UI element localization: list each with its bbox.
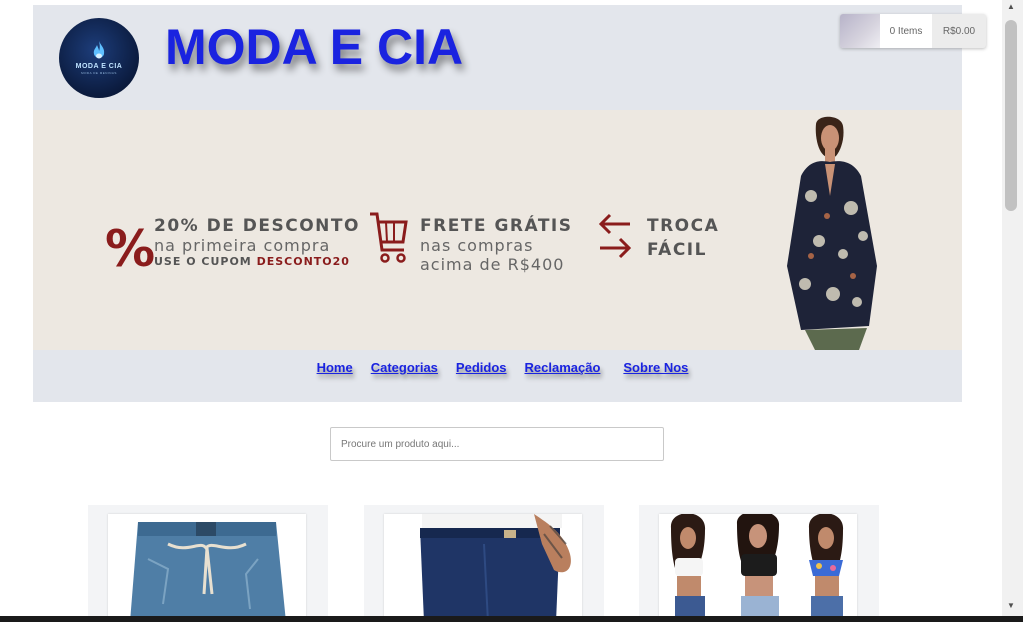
product-card[interactable] — [88, 505, 328, 622]
shipping-promo: FRETE GRÁTIS nas compras acima de R$400 — [420, 216, 573, 274]
window-bottom-edge — [0, 616, 1023, 622]
brand-logo[interactable]: MODA E CIA MODA DE MENINAS — [59, 18, 139, 98]
cart-total: R$0.00 — [942, 25, 976, 37]
scrollbar-thumb[interactable] — [1005, 20, 1017, 211]
shipping-line3: acima de R$400 — [420, 255, 565, 274]
coupon-code: DESCONTO20 — [256, 255, 350, 268]
cart-thumbnail — [840, 14, 880, 48]
logo-text: MODA E CIA — [75, 63, 123, 70]
discount-promo: 20% DE DESCONTO na primeira compra USE O… — [154, 216, 360, 268]
scroll-down-arrow-icon[interactable]: ▼ — [1007, 601, 1015, 610]
discount-coupon-line: USE O CUPOM DESCONTO20 — [154, 255, 360, 268]
discount-title: 20% DE DESCONTO — [154, 216, 360, 236]
product-image-frame — [108, 514, 306, 622]
product-image-jeans-pants — [384, 514, 582, 622]
product-image-frame — [659, 514, 857, 622]
cart-items-count: 0 Items — [880, 14, 932, 48]
nav-sobre-nos[interactable]: Sobre Nos — [623, 360, 688, 402]
logo-subtext: MODA DE MENINAS — [81, 71, 117, 75]
vertical-scrollbar[interactable]: ▲ ▼ — [1002, 0, 1023, 622]
search-input[interactable] — [330, 427, 664, 461]
product-image-frame — [384, 514, 582, 622]
header: MODA E CIA MODA DE MENINAS MODA E CIA — [33, 5, 962, 110]
shipping-title: FRETE GRÁTIS — [420, 216, 573, 236]
nav-reclamacao[interactable]: Reclamação — [525, 360, 601, 402]
promo-banner: % 20% DE DESCONTO na primeira compra USE… — [33, 110, 962, 350]
exchange-promo: TROCA FÁCIL — [647, 216, 719, 260]
coupon-prefix: USE O CUPOM — [154, 255, 252, 268]
nav-pedidos[interactable]: Pedidos — [456, 360, 507, 402]
page-container: MODA E CIA MODA DE MENINAS MODA E CIA % … — [33, 5, 962, 402]
main-nav: Home Categorias Pedidos Reclamação Sobre… — [33, 350, 962, 402]
shopping-cart-icon — [370, 212, 408, 263]
percent-icon: % — [105, 220, 156, 278]
site-title: MODA E CIA — [165, 19, 464, 75]
nav-home[interactable]: Home — [317, 360, 353, 402]
exchange-line1: TROCA — [647, 216, 720, 236]
discount-subtitle: na primeira compra — [154, 236, 331, 255]
product-card[interactable] — [639, 505, 879, 622]
product-image-crop-tops — [659, 514, 857, 622]
product-card[interactable] — [364, 505, 604, 622]
flame-icon — [93, 41, 105, 59]
exchange-line2: FÁCIL — [647, 240, 707, 260]
nav-categorias[interactable]: Categorias — [371, 360, 438, 402]
product-image-jeans-shorts — [108, 514, 306, 622]
banner-model-photo — [787, 116, 877, 350]
exchange-arrows-icon — [598, 213, 632, 259]
scroll-up-arrow-icon[interactable]: ▲ — [1007, 2, 1015, 11]
shipping-line2: nas compras — [420, 236, 534, 255]
cart-widget[interactable]: 0 Items R$0.00 — [840, 14, 986, 48]
